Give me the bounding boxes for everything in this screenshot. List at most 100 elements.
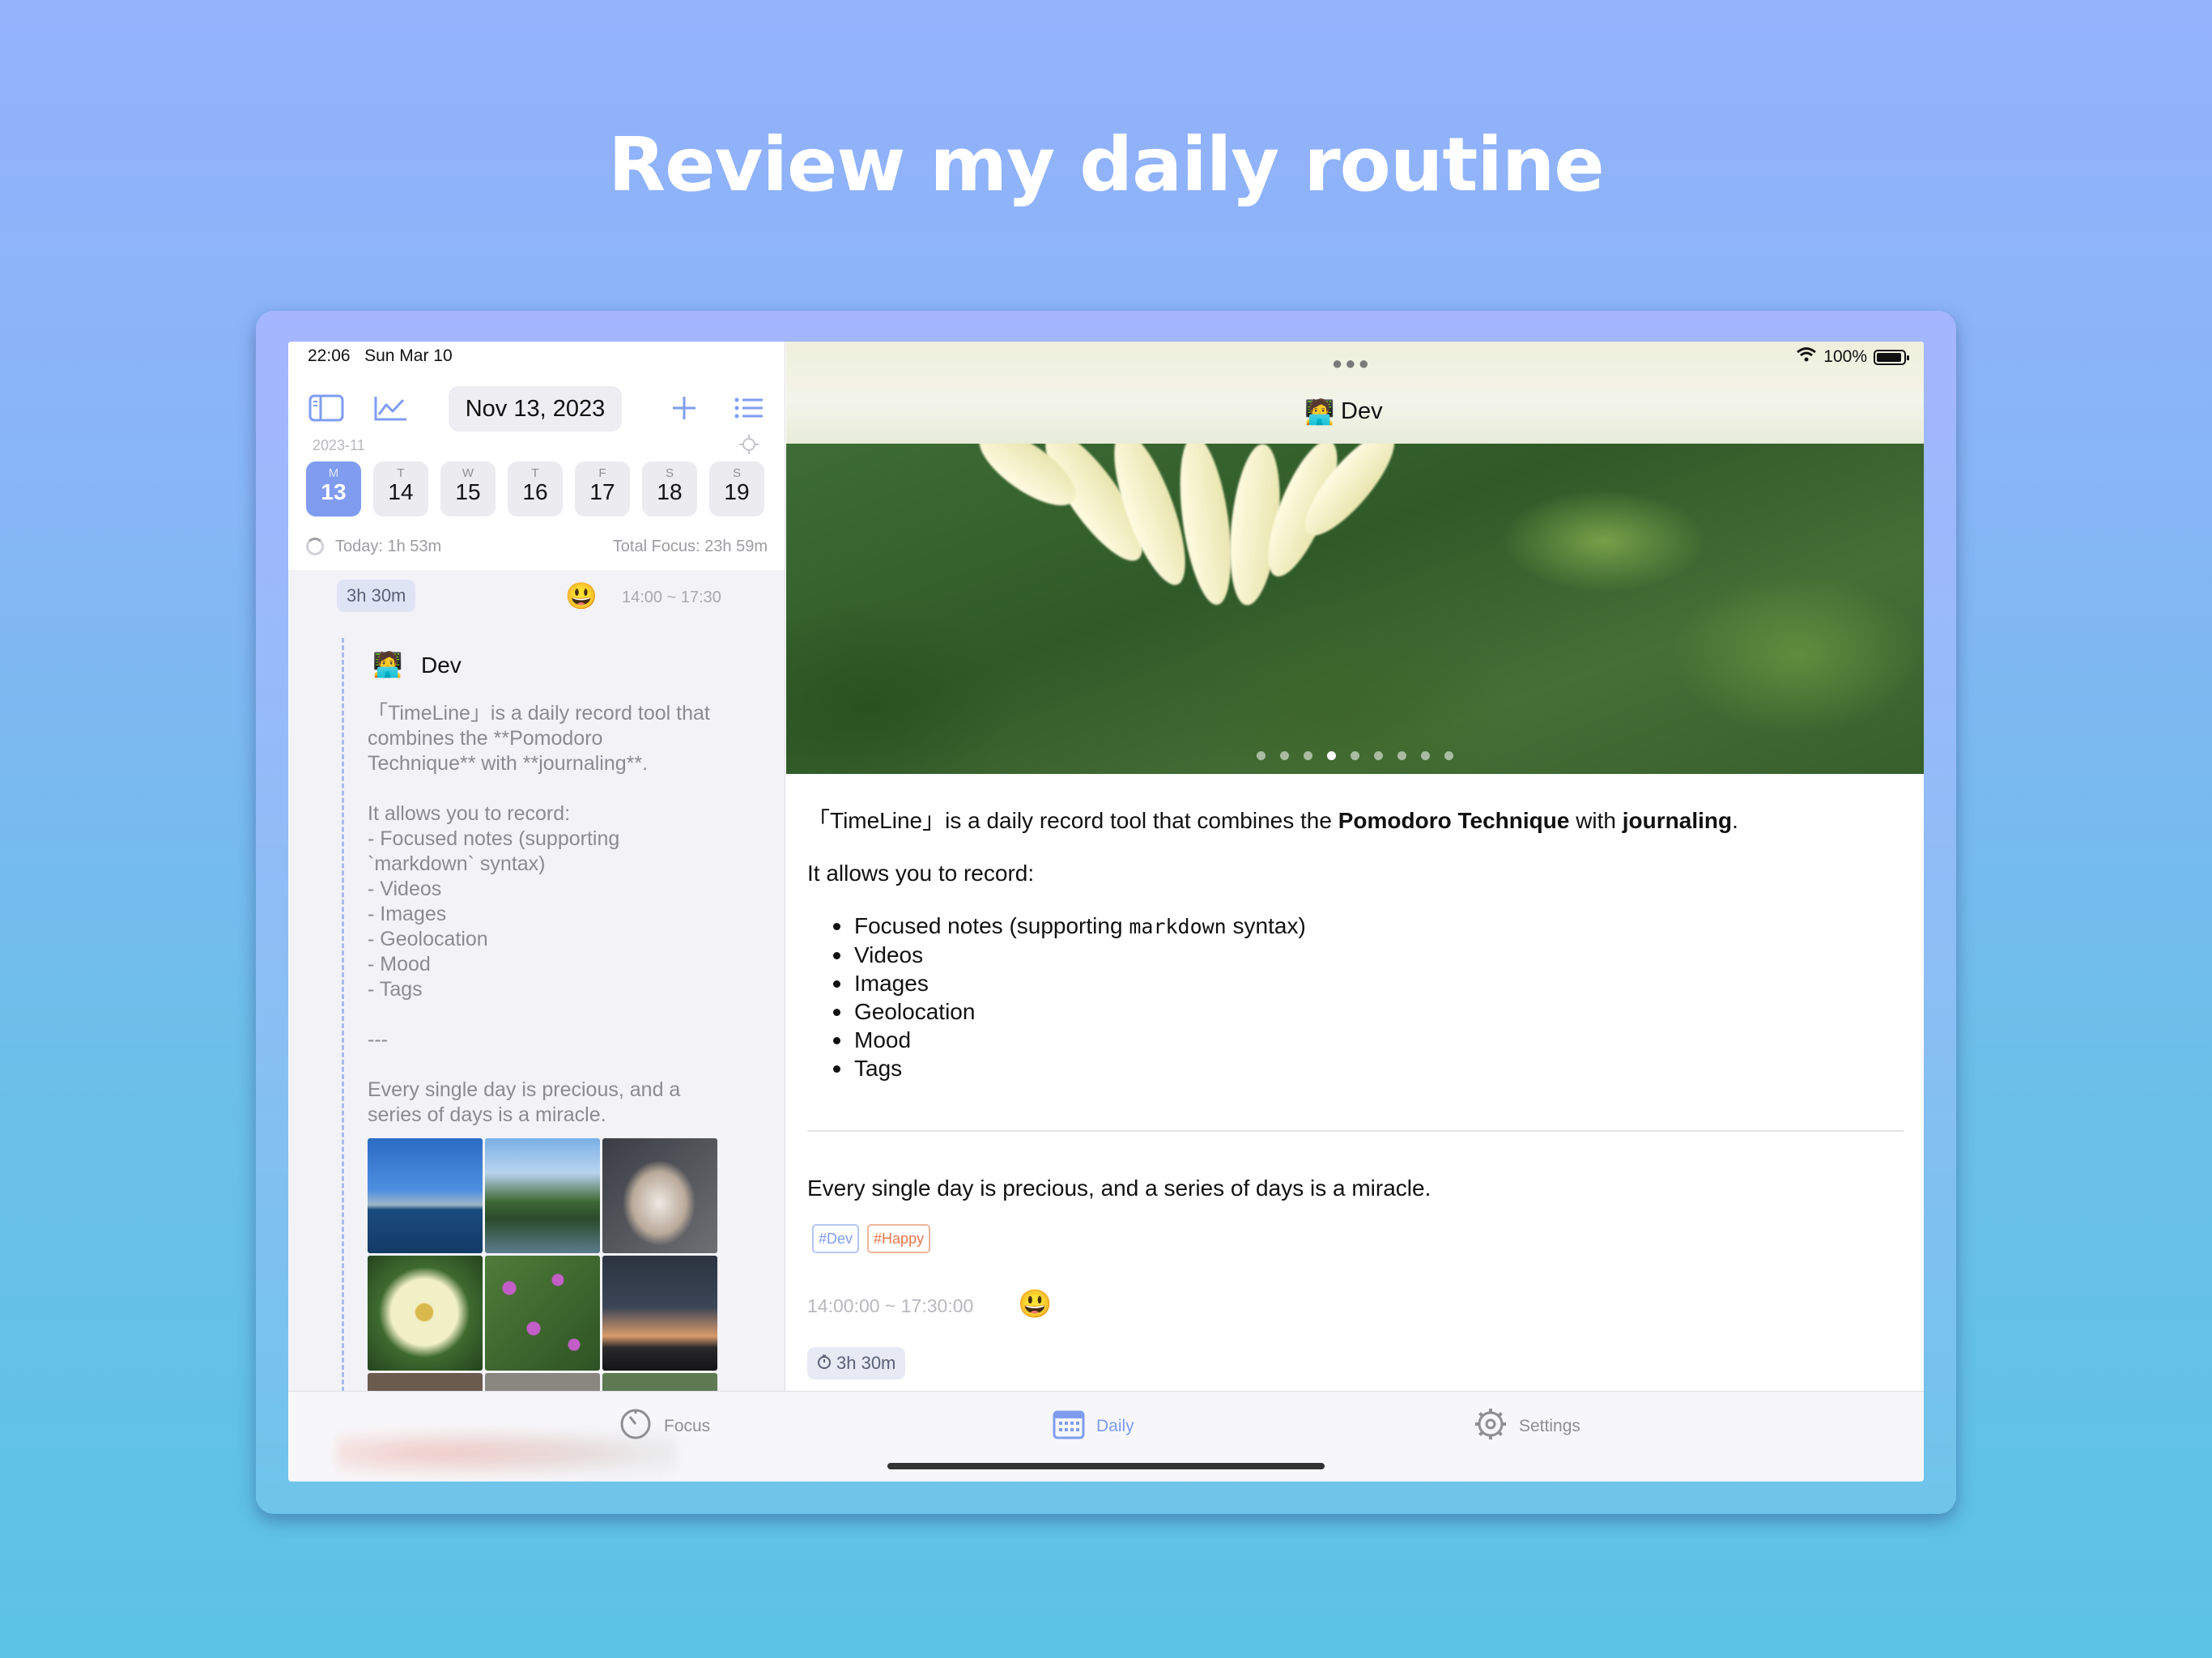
intro-text: with (1569, 808, 1623, 833)
entry-title[interactable]: Dev (421, 653, 462, 678)
entry-note-raw[interactable]: 「TimeLine」is a daily record tool that com… (368, 701, 756, 1128)
day-of-week: T (531, 466, 539, 480)
detail-mood-emoji: 😃 (1018, 1289, 1053, 1320)
note-line: Technique** with **journaling**. (368, 752, 649, 775)
mood-emoji: 😃 (565, 581, 598, 610)
intro-bold: Pomodoro Technique (1338, 808, 1570, 833)
home-indicator[interactable] (887, 1463, 1325, 1469)
status-date: Sun Mar 10 (364, 346, 453, 365)
day-cell[interactable]: S 19 (709, 461, 764, 517)
day-of-week: T (397, 466, 405, 480)
note-line: - Tags (368, 978, 423, 1001)
photo-thumbnail[interactable] (485, 1138, 600, 1253)
carousel-dot[interactable] (1257, 751, 1266, 760)
duration-chip: 3h 30m (337, 580, 416, 612)
sidebar-header: 22:06 Sun Mar 10 Nov 13, 2023 2023-11 M1… (288, 342, 785, 570)
note-line: - Videos (368, 878, 442, 900)
photo-thumbnail[interactable] (602, 1138, 717, 1253)
entry-emoji: 🧑‍💻 (372, 652, 403, 678)
sidebar-toggle-icon[interactable] (308, 392, 345, 424)
headline: Review my daily routine (608, 121, 1605, 208)
note-line: - Geolocation (368, 928, 488, 950)
note-line: `markdown` syntax) (368, 852, 546, 875)
day-of-week: F (598, 466, 606, 480)
quote-text: Every single day is precious, and a seri… (807, 1175, 1431, 1201)
day-cell[interactable]: T 14 (373, 461, 428, 517)
day-cell[interactable]: F 17 (575, 461, 630, 517)
carousel-dot[interactable] (1327, 751, 1336, 760)
carousel-dot[interactable] (1374, 751, 1383, 760)
tab-label: Focus (664, 1417, 711, 1435)
inline-code: markdown (1129, 915, 1227, 938)
detail-title-emoji: 🧑‍💻 (1304, 399, 1335, 426)
sidebar: 22:06 Sun Mar 10 Nov 13, 2023 2023-11 M1… (288, 342, 785, 1391)
list-item-text: Focused notes (supporting (854, 913, 1129, 938)
date-picker-button[interactable]: Nov 13, 2023 (449, 386, 622, 432)
tag-dev[interactable]: #Dev (812, 1224, 860, 1253)
focus-stats: Today: 1h 53m Total Focus: 23h 59m (306, 536, 768, 560)
photo-thumbnail[interactable] (368, 1373, 483, 1391)
list-item-text: syntax) (1226, 913, 1306, 938)
today-focus: Today: 1h 53m (335, 538, 442, 555)
tab-focus[interactable]: Focus (619, 1408, 710, 1445)
tab-daily[interactable]: Daily (1053, 1408, 1134, 1445)
carousel-dot[interactable] (1444, 751, 1453, 760)
day-cell[interactable]: M 13 (306, 461, 361, 517)
status-time: 22:06 Sun Mar 10 (308, 346, 453, 366)
list-item: Mood (833, 1026, 1904, 1054)
carousel-dot[interactable] (1351, 751, 1359, 760)
day-of-week: S (732, 466, 741, 480)
list-item: Focused notes (supporting markdown synta… (833, 912, 1904, 941)
note-line: 「TimeLine」is a daily record tool that (368, 702, 710, 725)
list-icon[interactable] (730, 392, 768, 424)
note-line (368, 776, 756, 801)
photo-thumbnail[interactable] (485, 1256, 600, 1371)
add-icon[interactable] (666, 392, 703, 424)
photo-thumbnail[interactable] (602, 1256, 717, 1371)
calendar-icon (1053, 1409, 1085, 1444)
list-item: Videos (833, 941, 1904, 969)
carousel-dot[interactable] (1397, 751, 1406, 760)
carousel-dot[interactable] (1304, 751, 1312, 760)
timeline-line (342, 638, 344, 1391)
list-item: Geolocation (833, 997, 1904, 1026)
photo-thumbnail[interactable] (485, 1373, 600, 1391)
progress-ring-icon (306, 538, 324, 555)
day-of-week: S (665, 466, 674, 480)
status-clock: 22:06 (308, 346, 351, 365)
wifi-icon (1796, 346, 1817, 368)
carousel-dot[interactable] (1421, 751, 1430, 760)
rendered-note: 「TimeLine」is a daily record tool that co… (807, 806, 1904, 1115)
note-line: --- (368, 1028, 388, 1051)
gear-icon (1474, 1407, 1508, 1446)
tag-happy[interactable]: #Happy (867, 1224, 931, 1253)
detail-pane: ●●● 100% 🧑‍💻 Dev 「TimeLine」is a daily re… (786, 342, 1924, 1391)
carousel-dot[interactable] (1280, 751, 1289, 760)
week-strip: M 13 T 14 W 15 T 16 F 17 S 18 S 19 (306, 461, 768, 517)
day-number: 17 (589, 479, 615, 504)
tab-settings[interactable]: Settings (1474, 1408, 1580, 1445)
status-bar-right: 100% (1796, 346, 1909, 368)
battery-percent: 100% (1823, 347, 1867, 366)
locate-today-icon[interactable] (738, 434, 759, 455)
allows-paragraph: It allows you to record: (807, 861, 1035, 886)
photo-thumbnail[interactable] (368, 1256, 483, 1371)
day-cell[interactable]: W 15 (440, 461, 496, 517)
detail-duration-chip: 3h 30m (807, 1347, 906, 1380)
note-line (368, 1002, 756, 1027)
detail-nav-bar: ●●● 100% 🧑‍💻 Dev (786, 342, 1924, 444)
photo-thumbnail[interactable] (368, 1138, 483, 1253)
more-dots-icon[interactable]: ●●● (1332, 353, 1372, 374)
total-focus: Total Focus: 23h 59m (612, 538, 768, 555)
detail-time-range: 14:00:00 ~ 17:30:00 (807, 1295, 974, 1316)
day-cell[interactable]: S 18 (642, 461, 697, 517)
detail-title: Dev (1341, 398, 1383, 424)
timer-icon (619, 1407, 653, 1446)
carousel-page-dots[interactable] (786, 750, 1924, 764)
photo-carousel[interactable] (786, 444, 1924, 774)
chart-icon[interactable] (372, 392, 410, 424)
note-line: - Focused notes (supporting (368, 827, 620, 850)
day-number: 13 (321, 479, 347, 504)
day-cell[interactable]: T 16 (508, 461, 563, 517)
photo-thumbnail[interactable] (602, 1373, 717, 1391)
